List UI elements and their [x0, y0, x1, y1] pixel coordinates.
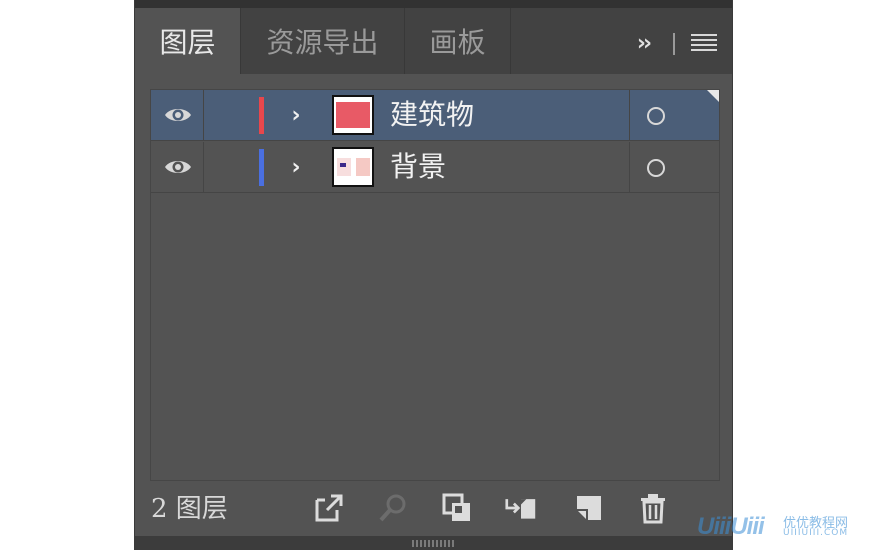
layers-list: › 建筑物 › 背景 — [150, 89, 720, 481]
selection-corner-icon — [707, 90, 719, 102]
tab-layers[interactable]: 图层 — [135, 8, 241, 74]
layers-panel: 图层 资源导出 画板 ›› › 建筑物 › 背景 2 图层 — [134, 0, 733, 550]
resize-grip-icon[interactable] — [412, 540, 456, 547]
chevron-right-icon[interactable]: › — [286, 154, 306, 180]
panel-bottom-strip — [135, 536, 732, 550]
panel-menu-icon[interactable] — [691, 31, 717, 53]
panel-tab-bar: 图层 资源导出 画板 ›› — [135, 8, 732, 74]
new-layer-icon[interactable] — [573, 492, 605, 524]
tab-bar-divider — [673, 33, 675, 55]
column-divider — [629, 90, 630, 141]
target-circle-icon[interactable] — [647, 107, 665, 125]
layer-thumbnail — [332, 95, 374, 135]
layer-color-indicator — [259, 149, 264, 186]
layer-color-indicator — [259, 97, 264, 134]
layer-count: 2 图层 — [151, 494, 228, 524]
clipping-mask-icon[interactable] — [441, 492, 473, 524]
panel-overflow-icon[interactable]: ›› — [628, 28, 658, 58]
export-icon[interactable] — [313, 492, 345, 524]
watermark: UiiiUiii 优优教程网 UIIIUIII.COM — [697, 511, 867, 541]
layer-thumbnail — [332, 147, 374, 187]
panel-top-strip — [135, 0, 732, 8]
column-divider — [203, 142, 204, 193]
watermark-logo: UiiiUiii — [697, 513, 765, 540]
layer-row[interactable]: › 背景 — [151, 142, 719, 193]
eye-icon[interactable] — [163, 104, 193, 126]
watermark-en-text: UIIIUIII.COM — [783, 528, 849, 538]
tab-artboards[interactable]: 画板 — [405, 8, 511, 74]
panel-footer: 2 图层 — [135, 486, 732, 532]
layer-name[interactable]: 背景 — [390, 150, 446, 184]
layer-row[interactable]: › 建筑物 — [151, 90, 719, 141]
layer-name[interactable]: 建筑物 — [390, 98, 474, 132]
column-divider — [203, 90, 204, 141]
column-divider — [629, 142, 630, 193]
eye-icon[interactable] — [163, 156, 193, 178]
target-circle-icon[interactable] — [647, 159, 665, 177]
locate-object-icon[interactable] — [377, 492, 409, 524]
tab-asset-export[interactable]: 资源导出 — [241, 8, 405, 74]
new-sublayer-icon[interactable] — [505, 492, 537, 524]
trash-icon[interactable] — [637, 492, 669, 524]
chevron-right-icon[interactable]: › — [286, 102, 306, 128]
